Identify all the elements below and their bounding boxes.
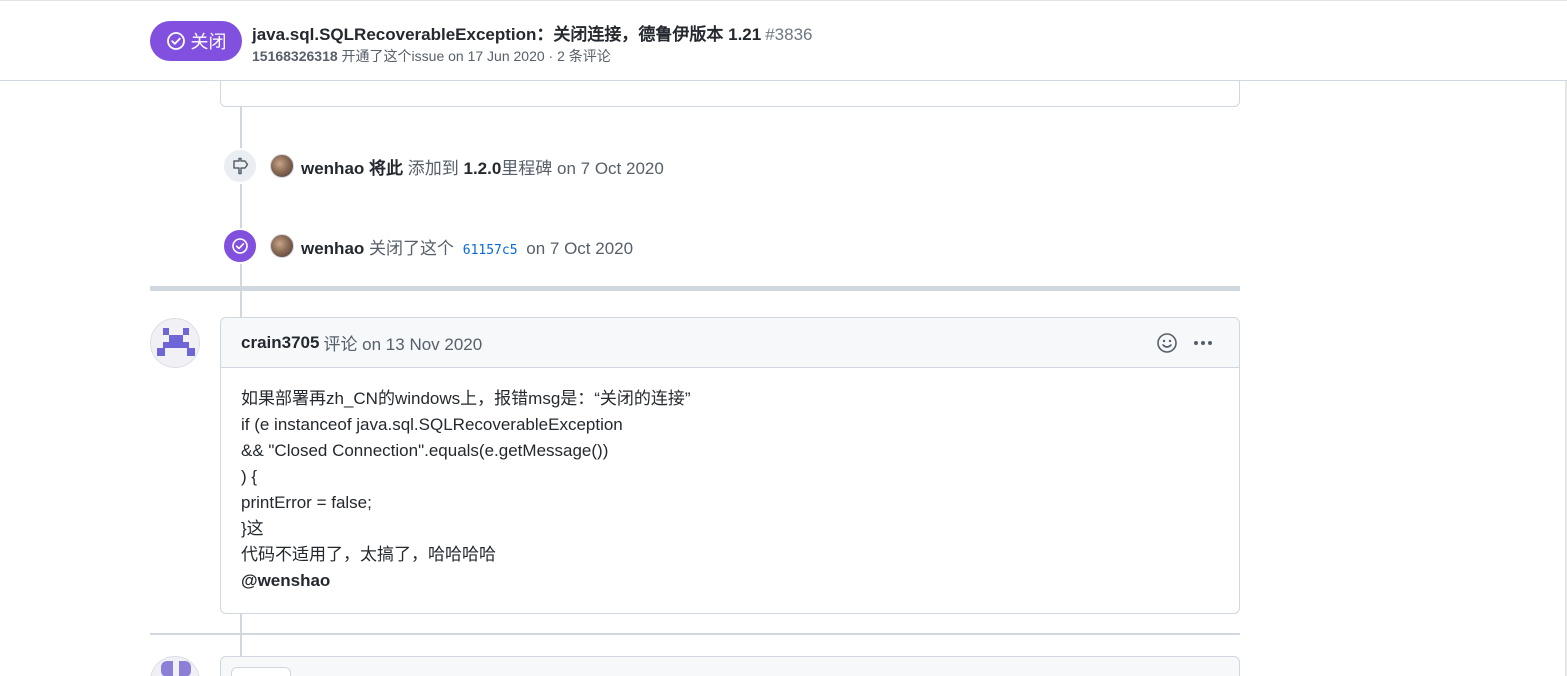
issue-author-link[interactable]: 15168326318 (252, 48, 338, 64)
issue-title[interactable]: java.sql.SQLRecoverableException：关闭连接，德鲁… (252, 20, 812, 45)
timeline-line (240, 291, 242, 317)
closed-event-text: wenhao 关闭了这个 61157c5 on 7 Oct 2020 (301, 234, 633, 259)
identicon-icon (151, 657, 199, 676)
check-circle-icon (166, 32, 185, 50)
comment-line: 代码不适用了，太搞了，哈哈哈哈 (241, 545, 496, 564)
issue-title-text: java.sql.SQLRecoverableException：关闭连接，德鲁… (252, 25, 762, 44)
comment-line: }这 (241, 519, 264, 538)
comment-options-button[interactable] (1191, 331, 1215, 355)
event-action: 关闭了这个 (364, 238, 459, 258)
comment-line: && "Closed Connection".equals(e.getMessa… (241, 441, 609, 460)
timeline-event-milestone: wenhao 将此 添加到 1.2.0里程碑 on 7 Oct 2020 (222, 148, 664, 184)
milestone-suffix: 里程碑 (501, 158, 553, 178)
event-date[interactable]: on 7 Oct 2020 (552, 159, 664, 178)
timeline-line (240, 635, 242, 656)
avatar[interactable] (150, 656, 200, 676)
kebab-horizontal-icon (1194, 341, 1212, 345)
comment-author-link[interactable]: crain3705 (241, 333, 319, 353)
user-mention-link[interactable]: @wenshao (241, 568, 1219, 594)
comment-box: crain3705 评论 on 13 Nov 2020 如果部署再zh_CN的w… (220, 317, 1240, 614)
comment-line: printError = false; (241, 493, 372, 512)
avatar[interactable] (150, 318, 200, 368)
timeline-divider (150, 633, 1240, 635)
comment-line: 如果部署再zh_CN的windows上，报错msg是：“关闭的连接” (241, 389, 691, 408)
smiley-icon (1157, 333, 1177, 353)
timeline-line (240, 614, 242, 634)
comment-header: crain3705 评论 on 13 Nov 2020 (221, 318, 1239, 368)
timeline-event-closed: wenhao 关闭了这个 61157c5 on 7 Oct 2020 (222, 228, 633, 264)
avatar[interactable] (270, 234, 294, 258)
add-reaction-button[interactable] (1155, 331, 1179, 355)
comment-actions (1155, 331, 1215, 355)
sticky-issue-header: 关闭 java.sql.SQLRecoverableException：关闭连接… (0, 0, 1567, 81)
comment-meta[interactable]: 评论 on 13 Nov 2020 (323, 330, 482, 355)
event-actor-link[interactable]: wenhao (301, 159, 364, 178)
check-circle-icon (232, 238, 248, 254)
commit-link[interactable]: 61157c5 (463, 243, 518, 258)
identicon-icon (151, 319, 199, 367)
issue-meta: 15168326318 开通了这个issue on 17 Jun 2020 · … (252, 46, 611, 66)
milestone-event-text: wenhao 将此 添加到 1.2.0里程碑 on 7 Oct 2020 (301, 154, 664, 179)
comment-body: 如果部署再zh_CN的windows上，报错msg是：“关闭的连接” if (e… (221, 368, 1239, 612)
issue-number: #3836 (765, 25, 813, 44)
event-date[interactable]: on 7 Oct 2020 (522, 239, 633, 258)
event-action: 添加到 (403, 158, 464, 178)
milestone-icon (233, 157, 249, 175)
issue-state-label: 关闭 (190, 32, 227, 52)
closed-badge (222, 228, 258, 264)
event-actor-link[interactable]: wenhao (301, 239, 364, 258)
comment-line: ) { (241, 467, 258, 486)
comment-badge (231, 667, 291, 676)
milestone-link[interactable]: 1.2.0 (463, 159, 501, 178)
issue-state-badge: 关闭 (150, 21, 242, 61)
issue-meta-text: 开通了这个issue on 17 Jun 2020 · 2 条评论 (337, 48, 611, 64)
avatar[interactable] (270, 154, 294, 178)
comment-line: if (e instanceof java.sql.SQLRecoverable… (241, 415, 623, 434)
next-comment-header (220, 656, 1240, 676)
timeline-divider (150, 286, 1240, 291)
milestone-badge (222, 148, 258, 184)
event-verb: 将此 (369, 158, 404, 178)
